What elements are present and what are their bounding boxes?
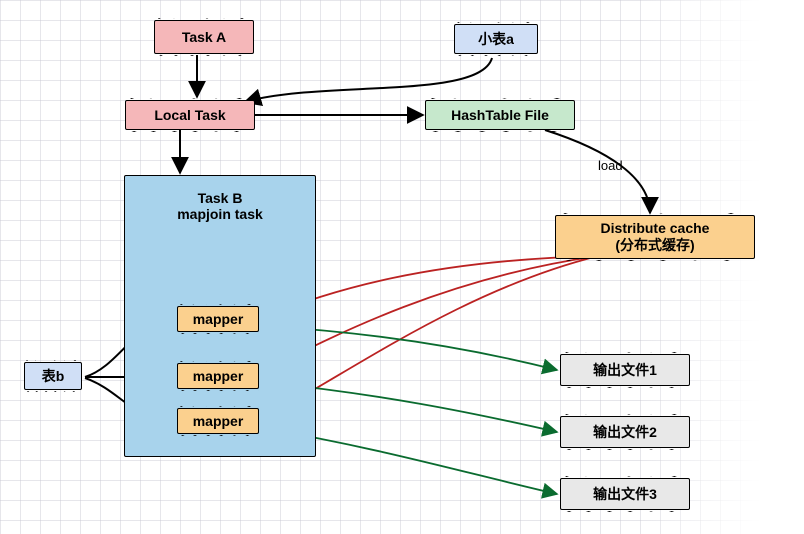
node-mapper-3: mapper <box>177 408 259 434</box>
node-distribute-cache: Distribute cache (分布式缓存) <box>555 215 755 259</box>
node-output-1: 输出文件1 <box>560 354 690 386</box>
node-output-2: 输出文件2 <box>560 416 690 448</box>
node-small-table-a: 小表a <box>454 24 538 54</box>
node-table-b: 表b <box>24 362 82 390</box>
edge-label-load: load <box>598 158 623 173</box>
node-output-3: 输出文件3 <box>560 478 690 510</box>
diagram-edges <box>0 0 804 534</box>
task-b-title: Task B mapjoin task <box>125 190 315 222</box>
node-hashtable-file: HashTable File <box>425 100 575 130</box>
node-task-a: Task A <box>154 20 254 54</box>
node-mapper-2: mapper <box>177 363 259 389</box>
node-mapper-1: mapper <box>177 306 259 332</box>
node-local-task: Local Task <box>125 100 255 130</box>
